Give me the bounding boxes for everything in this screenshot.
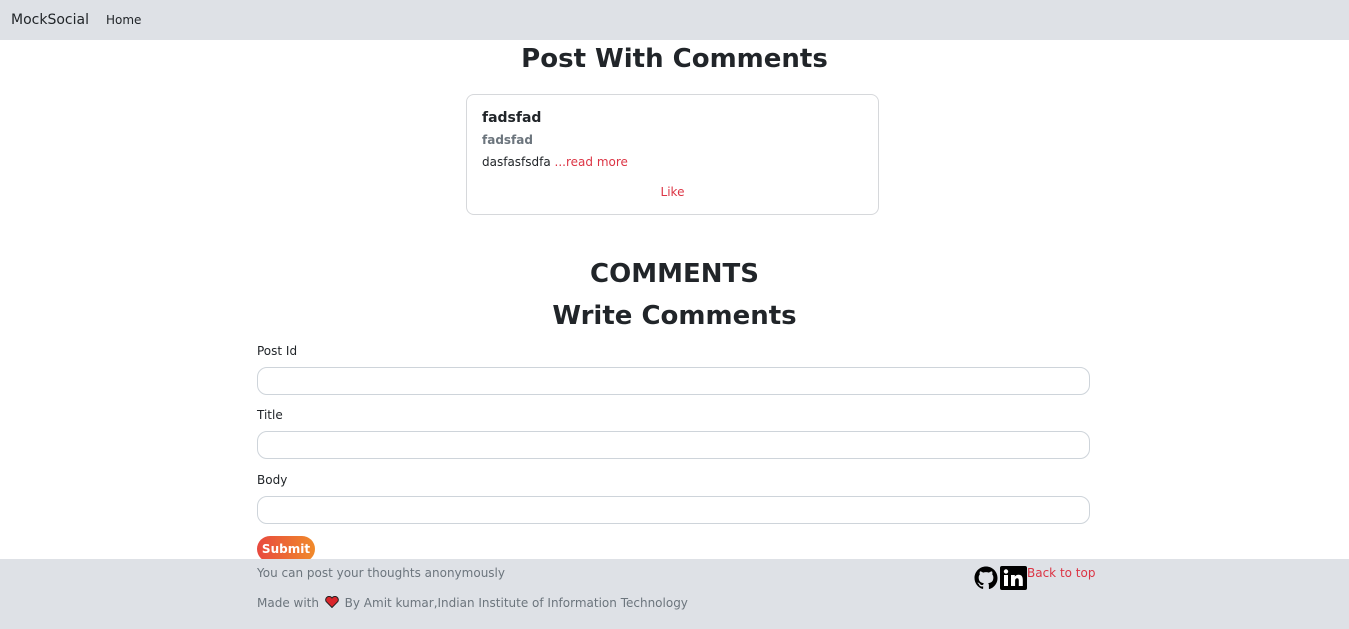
title-label: Title — [257, 408, 283, 422]
brand-link[interactable]: MockSocial — [11, 12, 89, 28]
page-title: Post With Comments — [521, 44, 828, 74]
footer-tagline: You can post your thoughts anonymously — [257, 566, 505, 580]
comments-heading: COMMENTS — [590, 259, 759, 289]
post-id-input[interactable] — [257, 367, 1090, 395]
write-comments-heading: Write Comments — [552, 301, 797, 331]
made-with-text: Made with — [257, 596, 319, 610]
post-card: fadsfad fadsfad dasfasfsdfa ...read more… — [466, 94, 879, 215]
heart-icon — [325, 595, 339, 611]
post-subtitle: fadsfad — [482, 133, 533, 147]
navbar: MockSocial Home — [0, 0, 1349, 40]
body-input[interactable] — [257, 496, 1090, 524]
credit-text: By Amit kumar,Indian Institute of Inform… — [344, 596, 688, 610]
post-id-label: Post Id — [257, 344, 298, 358]
footer-credit: Made with By Amit kumar,Indian Institute… — [257, 595, 688, 611]
body-label: Body — [257, 473, 288, 487]
post-title: fadsfad — [482, 110, 542, 126]
back-to-top-link[interactable]: Back to top — [1027, 566, 1095, 580]
post-body: dasfasfsdfa ...read more — [482, 155, 628, 169]
github-icon[interactable] — [974, 566, 998, 594]
footer: You can post your thoughts anonymously M… — [0, 559, 1349, 629]
social-icons — [974, 566, 1027, 594]
nav-home-link[interactable]: Home — [106, 13, 141, 27]
post-body-text: dasfasfsdfa — [482, 155, 555, 169]
linkedin-icon[interactable] — [998, 566, 1027, 594]
like-link[interactable]: Like — [467, 185, 878, 199]
read-more-link[interactable]: ...read more — [555, 155, 628, 169]
title-input[interactable] — [257, 431, 1090, 459]
